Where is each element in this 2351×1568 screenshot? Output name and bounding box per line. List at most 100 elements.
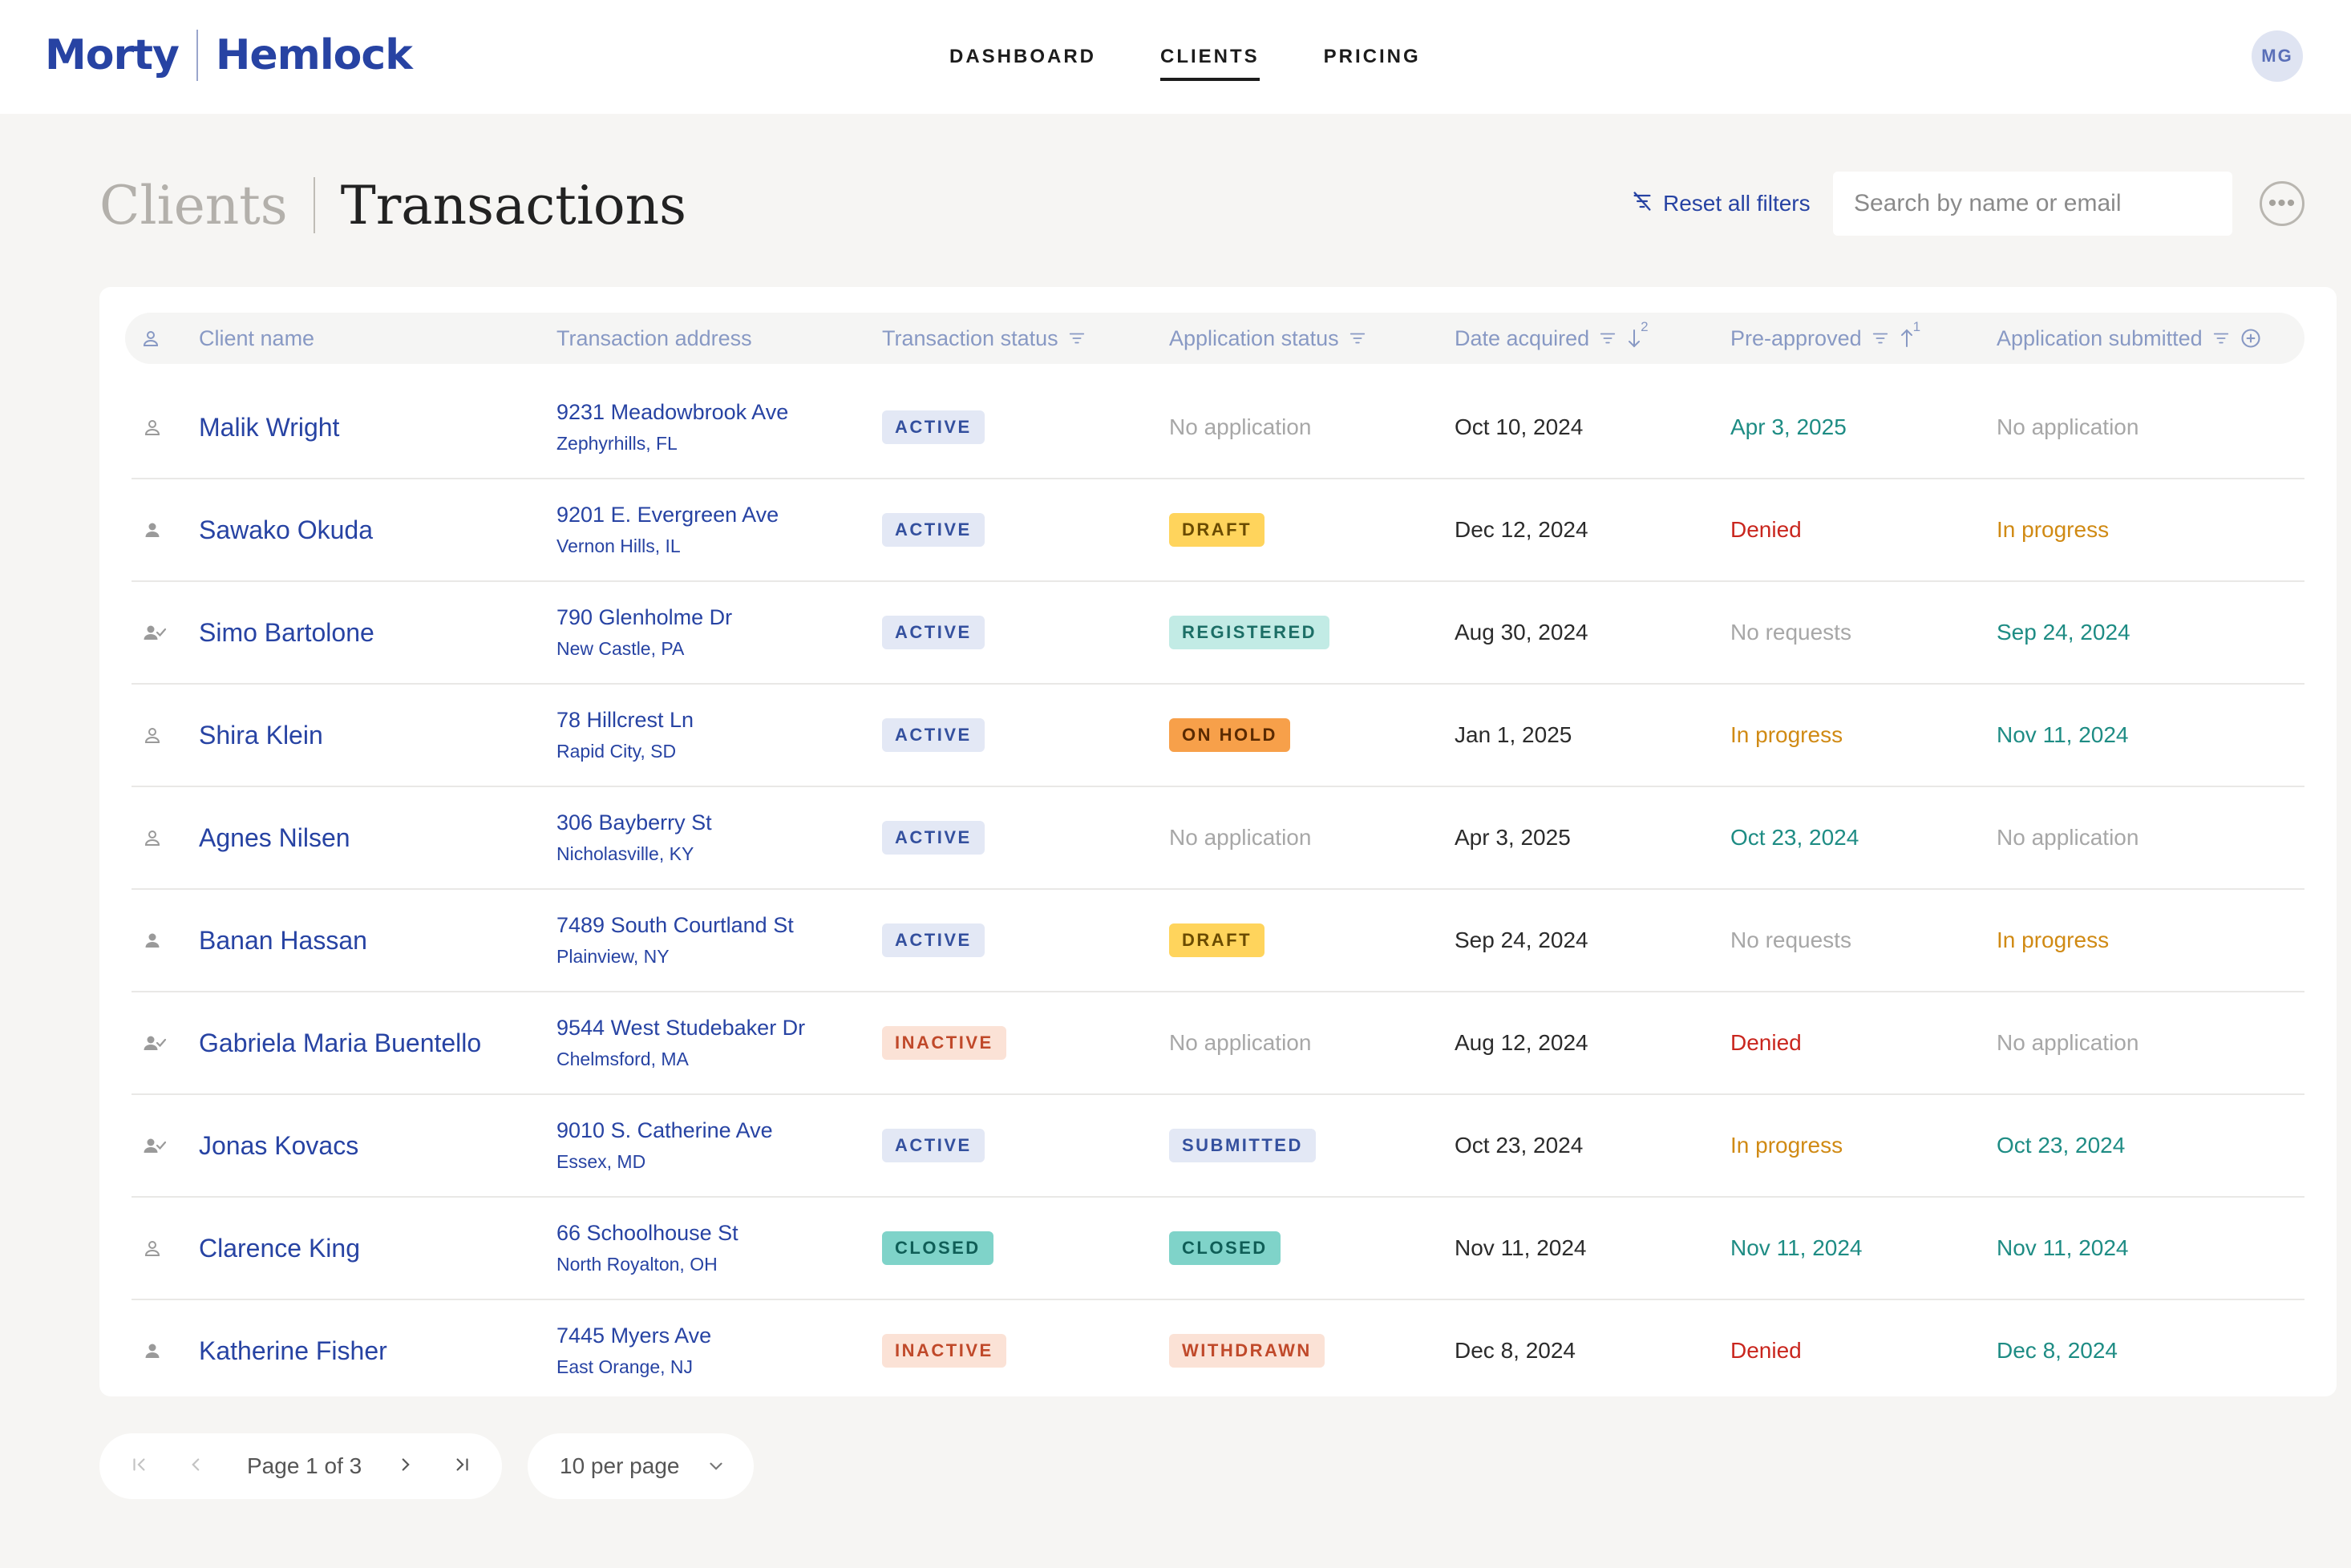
client-name-link[interactable]: Clarence King: [199, 1198, 360, 1299]
transaction-status-cell: CLOSED: [882, 1198, 993, 1299]
table-row[interactable]: Sawako Okuda 9201 E. Evergreen Ave Vernon …: [132, 479, 2304, 582]
person-check-icon: [143, 992, 167, 1093]
client-name-link[interactable]: Shira Klein: [199, 685, 323, 786]
previous-page-button[interactable]: [173, 1433, 218, 1499]
nav-pricing[interactable]: PRICING: [1324, 39, 1421, 75]
date-acquired: Aug 30, 2024: [1455, 620, 1588, 645]
address-street: 9231 Meadowbrook Ave: [556, 400, 789, 424]
user-avatar[interactable]: MG: [2252, 30, 2303, 82]
transaction-address[interactable]: 78 Hillcrest Ln Rapid City, SD: [556, 685, 694, 786]
table-row[interactable]: Banan Hassan 7489 South Courtland St Plain…: [132, 890, 2304, 992]
application-status-text: No application: [1169, 825, 1312, 850]
header-transaction-status[interactable]: Transaction status: [882, 313, 1086, 364]
address-city: North Royalton, OH: [556, 1254, 718, 1275]
more-options-button[interactable]: •••: [2260, 181, 2304, 226]
client-name-link[interactable]: Sawako Okuda: [199, 479, 373, 580]
transaction-address[interactable]: 7445 Myers Ave East Orange, NJ: [556, 1300, 711, 1401]
table-row[interactable]: Malik Wright 9231 Meadowbrook Ave Zephyrhi…: [132, 377, 2304, 479]
transaction-status-cell: ACTIVE: [882, 890, 985, 991]
application-status-cell: SUBMITTED: [1169, 1095, 1316, 1196]
sort-priority-badge: 2: [1641, 319, 1649, 334]
application-submitted-status: Nov 11, 2024: [1997, 1235, 2129, 1260]
address-street: 790 Glenholme Dr: [556, 605, 733, 629]
client-name-link[interactable]: Banan Hassan: [199, 890, 367, 991]
application-status-cell: No application: [1169, 787, 1311, 888]
person-check-icon: [143, 582, 167, 683]
brand-logo[interactable]: Morty Hemlock: [45, 27, 413, 83]
search-input[interactable]: [1833, 172, 2232, 236]
address-city: Essex, MD: [556, 1151, 646, 1172]
transaction-address[interactable]: 7489 South Courtland St Plainview, NY: [556, 890, 794, 991]
filter-icon[interactable]: [1068, 329, 1086, 347]
transaction-address[interactable]: 306 Bayberry St Nicholasville, KY: [556, 787, 712, 888]
top-bar: Morty Hemlock DASHBOARD CLIENTS PRICING …: [0, 0, 2351, 114]
header-pre-approved[interactable]: Pre-approved 1: [1730, 313, 1920, 364]
date-acquired: Apr 3, 2025: [1455, 825, 1571, 850]
table-row[interactable]: Clarence King 66 Schoolhouse St North Roya…: [132, 1198, 2304, 1300]
application-status-badge: ON HOLD: [1169, 718, 1290, 752]
client-name-link[interactable]: Jonas Kovacs: [199, 1095, 358, 1196]
filter-icon[interactable]: [1349, 329, 1366, 347]
filter-icon[interactable]: [1599, 329, 1617, 347]
chevron-down-icon: [706, 1456, 726, 1482]
application-status-badge: CLOSED: [1169, 1231, 1281, 1265]
person-filled-icon: [143, 479, 162, 580]
transaction-address[interactable]: 9010 S. Catherine Ave Essex, MD: [556, 1095, 773, 1196]
transaction-address[interactable]: 790 Glenholme Dr New Castle, PA: [556, 582, 732, 683]
client-name-link[interactable]: Katherine Fisher: [199, 1300, 387, 1401]
application-status-cell: CLOSED: [1169, 1198, 1281, 1299]
person-filled-icon: [143, 1300, 162, 1401]
transaction-status-badge: INACTIVE: [882, 1334, 1006, 1368]
transaction-address[interactable]: 9201 E. Evergreen Ave Vernon Hills, IL: [556, 479, 779, 580]
nav-clients[interactable]: CLIENTS: [1160, 39, 1260, 81]
sort-ascending-icon[interactable]: 1: [1899, 319, 1920, 350]
transaction-status-cell: ACTIVE: [882, 377, 985, 478]
transaction-address[interactable]: 9544 West Studebaker Dr Chelmsford, MA: [556, 992, 805, 1093]
table-row[interactable]: Shira Klein 78 Hillcrest Ln Rapid City, SD…: [132, 685, 2304, 787]
table-row[interactable]: Katherine Fisher 7445 Myers Ave East Orang…: [132, 1300, 2304, 1403]
last-page-button[interactable]: [439, 1433, 484, 1499]
address-city: Nicholasville, KY: [556, 843, 694, 864]
next-page-button[interactable]: [383, 1433, 428, 1499]
application-status-cell: WITHDRAWN: [1169, 1300, 1325, 1401]
address-street: 66 Schoolhouse St: [556, 1221, 738, 1245]
transaction-address[interactable]: 66 Schoolhouse St North Royalton, OH: [556, 1198, 738, 1299]
header-client-name[interactable]: Client name: [199, 313, 314, 364]
filter-icon[interactable]: [1871, 329, 1889, 347]
header-date-acquired[interactable]: Date acquired 2: [1455, 313, 1649, 364]
page-title: Transactions: [340, 174, 687, 236]
table-row[interactable]: Gabriela Maria Buentello 9544 West Studeb…: [132, 992, 2304, 1095]
header-client-name-label: Client name: [199, 325, 315, 350]
header-date-acquired-label: Date acquired: [1455, 325, 1590, 350]
date-acquired: Oct 23, 2024: [1455, 1133, 1584, 1158]
table-row[interactable]: Agnes Nilsen 306 Bayberry St Nicholasville…: [132, 787, 2304, 890]
client-name-link[interactable]: Gabriela Maria Buentello: [199, 992, 481, 1093]
header-application-submitted[interactable]: Application submitted: [1997, 313, 2262, 364]
last-page-icon: [451, 1454, 472, 1479]
reset-filters-button[interactable]: Reset all filters: [1631, 186, 1811, 221]
table-row[interactable]: Jonas Kovacs 9010 S. Catherine Ave Essex, …: [132, 1095, 2304, 1198]
transaction-status-badge: INACTIVE: [882, 1026, 1006, 1060]
header-application-status[interactable]: Application status: [1169, 313, 1366, 364]
nav-dashboard[interactable]: DASHBOARD: [949, 39, 1096, 75]
client-name-link[interactable]: Agnes Nilsen: [199, 787, 350, 888]
application-status-cell: ON HOLD: [1169, 685, 1290, 786]
table-row[interactable]: Simo Bartolone 790 Glenholme Dr New Castle…: [132, 582, 2304, 685]
breadcrumb-clients[interactable]: Clients: [99, 175, 288, 236]
transaction-status-badge: CLOSED: [882, 1231, 993, 1265]
address-city: Plainview, NY: [556, 946, 670, 967]
sort-descending-icon[interactable]: 2: [1626, 319, 1649, 350]
transaction-status-badge: ACTIVE: [882, 513, 985, 547]
header-address[interactable]: Transaction address: [556, 313, 752, 364]
per-page-select[interactable]: 10 per page: [528, 1433, 754, 1499]
address-street: 7489 South Courtland St: [556, 913, 794, 937]
filter-icon[interactable]: [2212, 329, 2230, 347]
first-page-button[interactable]: [117, 1433, 162, 1499]
transaction-address[interactable]: 9231 Meadowbrook Ave Zephyrhills, FL: [556, 377, 788, 478]
brand-name-left: Morty: [45, 31, 180, 79]
date-acquired: Dec 8, 2024: [1455, 1338, 1576, 1363]
add-column-icon[interactable]: [2240, 327, 2262, 350]
chevron-right-icon: [395, 1454, 416, 1479]
client-name-link[interactable]: Simo Bartolone: [199, 582, 374, 683]
client-name-link[interactable]: Malik Wright: [199, 377, 339, 478]
